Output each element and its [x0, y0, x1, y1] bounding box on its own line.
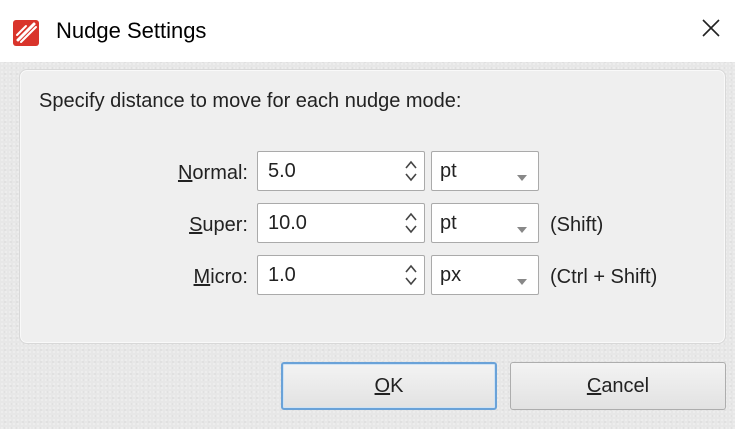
super-shortcut-hint: (Shift): [550, 214, 604, 236]
micro-unit: px: [440, 264, 462, 286]
normal-value-stepper[interactable]: 5.0: [257, 151, 425, 191]
super-value: 10.0: [268, 212, 307, 234]
chevron-down-icon: [516, 221, 528, 233]
micro-unit-dropdown[interactable]: px: [431, 255, 539, 295]
micro-value: 1.0: [268, 264, 296, 286]
spin-arrows-icon[interactable]: [404, 262, 418, 288]
close-button[interactable]: [693, 10, 729, 50]
chevron-down-icon: [516, 169, 528, 181]
ok-button[interactable]: OK: [281, 362, 497, 410]
chevron-down-icon: [516, 273, 528, 285]
title-bar: Nudge Settings: [0, 0, 735, 62]
micro-label: Micro:: [193, 266, 248, 288]
super-unit-dropdown[interactable]: pt: [431, 203, 539, 243]
window-title: Nudge Settings: [56, 18, 207, 43]
micro-value-stepper[interactable]: 1.0: [257, 255, 425, 295]
normal-unit-dropdown[interactable]: pt: [431, 151, 539, 191]
super-unit: pt: [440, 212, 457, 234]
close-icon: [701, 18, 721, 43]
micro-shortcut-hint: (Ctrl + Shift): [550, 266, 658, 288]
spin-arrows-icon[interactable]: [404, 158, 418, 184]
normal-value: 5.0: [268, 160, 296, 182]
normal-label: Normal:: [177, 162, 248, 184]
cancel-button[interactable]: Cancel: [510, 362, 726, 410]
instruction-text: Specify distance to move for each nudge …: [39, 90, 462, 112]
spin-arrows-icon[interactable]: [404, 210, 418, 236]
super-label: Super:: [189, 214, 248, 236]
app-logo-icon: [12, 18, 42, 48]
super-value-stepper[interactable]: 10.0: [257, 203, 425, 243]
normal-unit: pt: [440, 160, 457, 182]
